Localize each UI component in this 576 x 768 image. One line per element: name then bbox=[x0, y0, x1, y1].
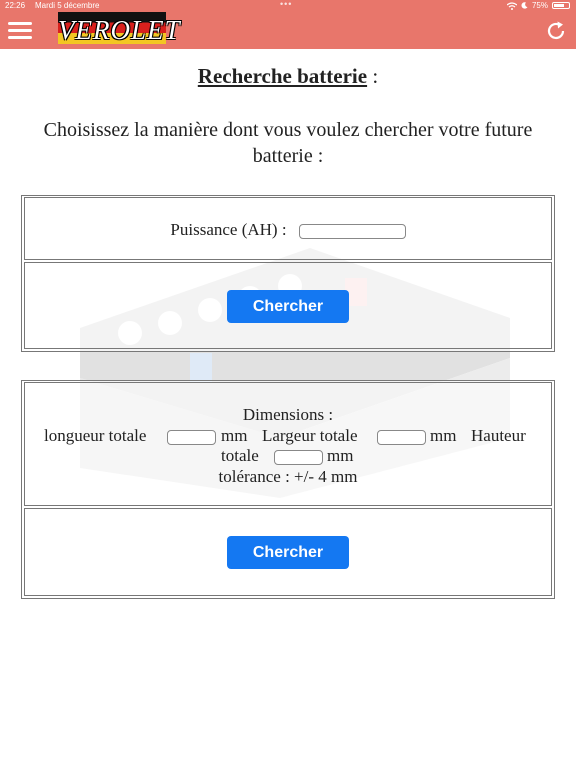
status-date: Mardi 5 décembre bbox=[35, 1, 100, 10]
multitasking-dots-icon[interactable]: ••• bbox=[280, 0, 292, 9]
power-input[interactable] bbox=[298, 223, 406, 239]
battery-icon bbox=[552, 2, 570, 9]
width-label: Largeur totale bbox=[262, 426, 358, 445]
width-input[interactable] bbox=[377, 430, 426, 445]
status-time: 22:26 bbox=[5, 1, 26, 10]
length-input[interactable] bbox=[167, 430, 216, 445]
height-label: Hauteur bbox=[471, 426, 526, 445]
height-unit: mm bbox=[327, 446, 354, 465]
page-subtitle: Choisissez la manière dont vous voulez c… bbox=[43, 119, 533, 167]
app-header: VEROLET bbox=[0, 12, 576, 49]
dimensions-heading: Dimensions : bbox=[242, 405, 334, 424]
status-indicators: 75% bbox=[506, 1, 570, 10]
page-title-suffix: : bbox=[367, 64, 379, 88]
verolet-logo: VEROLET bbox=[58, 12, 181, 45]
refresh-icon[interactable] bbox=[545, 20, 567, 42]
moon-icon bbox=[521, 2, 528, 9]
width-unit: mm bbox=[430, 426, 457, 445]
height-label-cont: totale bbox=[221, 446, 259, 465]
wifi-icon bbox=[506, 1, 517, 10]
battery-percent: 75% bbox=[531, 1, 548, 10]
power-button-cell: Chercher bbox=[24, 262, 552, 349]
page-title-text: Recherche batterie bbox=[197, 64, 368, 88]
page-title: Recherche batterie : bbox=[0, 64, 576, 89]
dimension-search-button[interactable]: Chercher bbox=[227, 536, 349, 569]
dimension-search-box: Dimensions : longueur totale mm Largeur … bbox=[21, 380, 555, 599]
power-input-cell: Puissance (AH) : bbox=[24, 197, 552, 260]
tolerance-text: tolérance : +/- 4 mm bbox=[218, 467, 358, 486]
dimension-input-cell: Dimensions : longueur totale mm Largeur … bbox=[24, 382, 552, 506]
power-search-box: Puissance (AH) : Chercher bbox=[21, 195, 555, 352]
dimension-button-cell: Chercher bbox=[24, 508, 552, 596]
logo-text: VEROLET bbox=[58, 15, 181, 45]
power-label: Puissance (AH) : bbox=[170, 220, 287, 239]
power-row: Puissance (AH) : bbox=[25, 220, 551, 240]
length-label: longueur totale bbox=[44, 426, 147, 445]
status-bar: 22:26 Mardi 5 décembre ••• 75% bbox=[0, 0, 576, 12]
height-input[interactable] bbox=[274, 450, 323, 465]
power-search-button[interactable]: Chercher bbox=[227, 290, 349, 323]
length-unit: mm bbox=[221, 426, 248, 445]
hamburger-icon[interactable] bbox=[8, 22, 32, 40]
